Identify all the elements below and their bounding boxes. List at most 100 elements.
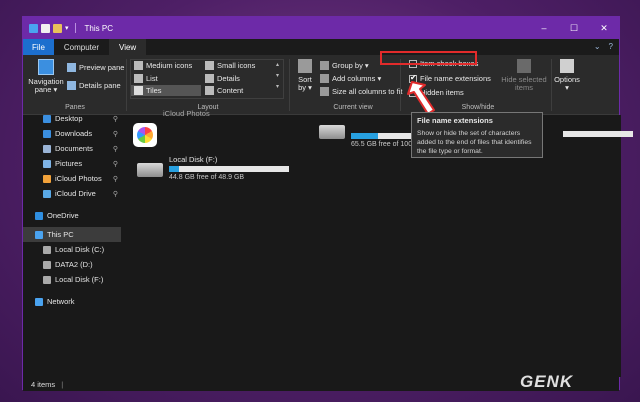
properties-icon[interactable] — [41, 23, 50, 33]
details-pane-button[interactable]: Details pane — [67, 81, 121, 90]
layout-tiles[interactable]: Tiles — [134, 86, 162, 95]
preview-pane-button[interactable]: Preview pane — [67, 63, 124, 72]
maximize-button[interactable]: ☐ — [559, 17, 589, 39]
show-hide-group-label: Show/hide — [461, 104, 495, 111]
layout-content[interactable]: Content — [205, 86, 243, 95]
sort-by-icon — [298, 59, 312, 73]
sidebar-item-onedrive[interactable]: OneDrive — [23, 208, 121, 223]
minimize-button[interactable]: – — [529, 17, 559, 39]
size-columns-icon — [320, 87, 329, 96]
sidebar-item-pictures[interactable]: Pictures ⚲ — [23, 156, 121, 171]
tab-view[interactable]: View — [109, 39, 147, 55]
highlight-box — [380, 51, 477, 65]
tab-computer[interactable]: Computer — [54, 39, 109, 55]
scroll-up-icon[interactable]: ▴ — [276, 61, 279, 68]
drive-info: Local Disk (F:) 44.8 GB free of 48.9 GB — [169, 155, 289, 181]
scroll-down-icon[interactable]: ▾ — [276, 72, 279, 79]
close-button[interactable]: ✕ — [589, 17, 619, 39]
ribbon-separator — [551, 59, 552, 111]
drive-usage-bar — [563, 131, 633, 137]
layout-medium-icons[interactable]: Medium icons — [134, 61, 192, 70]
drive-usage-bar — [169, 166, 289, 172]
sidebar-item-icon — [43, 115, 51, 123]
preview-pane-icon — [67, 63, 76, 72]
list-icon — [134, 74, 143, 83]
add-columns-icon — [320, 74, 329, 83]
medium-icons-icon — [134, 61, 143, 70]
size-all-columns-button[interactable]: Size all columns to fit — [320, 87, 402, 96]
sidebar-item-label: DATA2 (D:) — [55, 260, 93, 269]
layout-details[interactable]: Details — [205, 74, 240, 83]
sidebar-item-label: Local Disk (C:) — [55, 245, 105, 254]
help-icon[interactable]: ? — [609, 42, 613, 51]
group-by-label: Group by ▾ — [332, 61, 369, 70]
icloud-photos-tile[interactable]: iCloud Photos — [133, 109, 210, 147]
ribbon-separator — [400, 59, 401, 111]
drive-tile[interactable]: Local Disk (F:) 44.8 GB free of 48.9 GB — [137, 155, 289, 181]
qat-dropdown-icon[interactable]: ▾ — [65, 24, 69, 32]
arrow-shape — [407, 81, 435, 115]
pin-icon: ⚲ — [112, 115, 118, 123]
tiles-icon — [134, 86, 143, 95]
add-columns-button[interactable]: Add columns ▾ — [320, 74, 381, 83]
sidebar-item-this-pc[interactable]: This PC — [23, 227, 121, 242]
more-icon[interactable]: ▾ — [276, 83, 279, 90]
pin-icon: ⚲ — [112, 145, 118, 153]
current-view-group-label: Current view — [333, 104, 373, 111]
group-by-button[interactable]: Group by ▾ — [320, 61, 369, 70]
pin-icon: ⚲ — [112, 160, 118, 168]
tooltip-title: File name extensions — [417, 116, 493, 125]
sidebar-item-icloud-drive[interactable]: iCloud Drive ⚲ — [23, 186, 121, 201]
ribbon: Navigation pane ▾ Preview pane Details p… — [23, 55, 619, 115]
explorer-window: ▾ This PC – ☐ ✕ File Computer View ⌄ ? N… — [22, 16, 633, 391]
sidebar-item-label: Pictures — [55, 159, 83, 168]
content-label: Content — [217, 86, 244, 95]
sidebar-item-desktop[interactable]: Desktop ⚲ — [23, 115, 121, 126]
size-all-columns-label: Size all columns to fit — [332, 87, 403, 96]
sidebar-item-network[interactable]: Network — [23, 294, 121, 309]
new-folder-icon[interactable] — [53, 23, 62, 33]
quick-access-toolbar: ▾ — [23, 23, 79, 33]
layout-scroll[interactable]: ▴ ▾ ▾ — [276, 61, 279, 90]
window-controls: – ☐ ✕ — [529, 17, 619, 39]
sort-by-button[interactable]: Sort by ▾ — [294, 59, 316, 92]
preview-pane-label: Preview pane — [79, 63, 125, 72]
drive-free-space: 44.8 GB free of 48.9 GB — [169, 174, 245, 181]
sidebar-item-icon — [35, 297, 43, 306]
drive-usage-fill — [351, 133, 379, 139]
expand-ribbon-icon[interactable]: ⌄ — [594, 42, 601, 51]
sidebar-item-local-disk-f[interactable]: Local Disk (F:) — [23, 272, 121, 287]
sort-by-label: Sort by ▾ — [298, 75, 312, 92]
tiles-label: Tiles — [146, 86, 162, 95]
ribbon-separator — [289, 59, 290, 111]
sidebar-item-icloud-photos[interactable]: iCloud Photos ⚲ — [23, 171, 121, 186]
icloud-photos-icon — [133, 123, 157, 147]
sidebar-item-data2-d[interactable]: DATA2 (D:) — [23, 257, 121, 272]
layout-small-icons[interactable]: Small icons — [205, 61, 255, 70]
panes-group-label: Panes — [65, 104, 85, 111]
icloud-photos-label: iCloud Photos — [163, 109, 210, 118]
sidebar-item-documents[interactable]: Documents ⚲ — [23, 141, 121, 156]
sidebar-item-downloads[interactable]: Downloads ⚲ — [23, 126, 121, 141]
navigation-pane: Desktop ⚲ Downloads ⚲ Documents ⚲ Pictures ⚲ iCl… — [23, 115, 121, 377]
layout-list[interactable]: List — [134, 74, 158, 83]
ribbon-separator — [126, 59, 127, 111]
sidebar-item-label: iCloud Drive — [55, 189, 96, 198]
title-bar: ▾ This PC – ☐ ✕ — [23, 17, 619, 39]
hide-selected-icon — [517, 59, 531, 73]
sidebar-item-label: Network — [47, 297, 75, 306]
sidebar-item-icon — [43, 144, 51, 153]
sidebar-item-label: iCloud Photos — [55, 174, 102, 183]
pin-icon: ⚲ — [112, 130, 118, 138]
sidebar-item-icon — [43, 129, 51, 138]
navigation-pane-label: Navigation pane ▾ — [28, 77, 64, 94]
tab-file[interactable]: File — [23, 39, 54, 55]
drive-icon — [137, 163, 163, 177]
ribbon-tabs: File Computer View ⌄ ? — [23, 39, 619, 55]
add-columns-label: Add columns ▾ — [332, 74, 382, 83]
navigation-pane-button[interactable]: Navigation pane ▾ — [27, 59, 65, 94]
sidebar-item-local-disk-c[interactable]: Local Disk (C:) — [23, 242, 121, 257]
hide-selected-items-button[interactable]: Hide selected items — [501, 59, 547, 92]
details-icon — [205, 74, 214, 83]
options-button[interactable]: Options ▾ — [553, 59, 581, 92]
